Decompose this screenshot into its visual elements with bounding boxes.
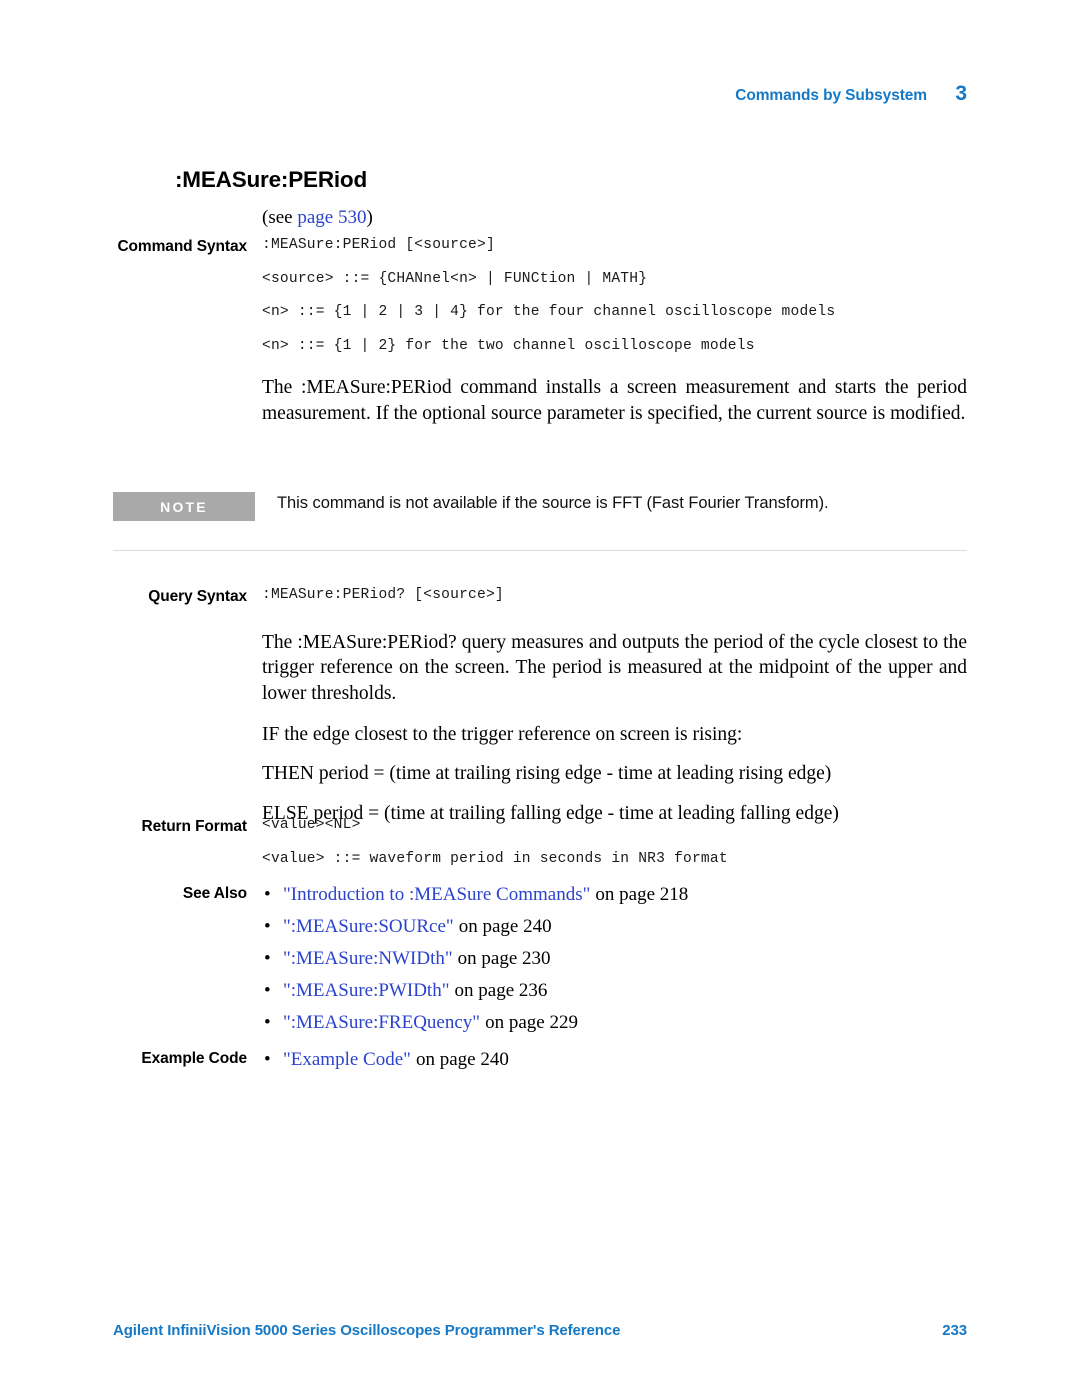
query-condition-if: IF the edge closest to the trigger refer… <box>262 724 743 746</box>
see-also-link-1[interactable]: ":MEASure:SOURce" <box>283 916 454 937</box>
return-format-line-2: <value> ::= waveform period in seconds i… <box>262 850 728 867</box>
see-also-link-0[interactable]: "Introduction to :MEASure Commands" <box>283 884 590 905</box>
see-also-list: • "Introduction to :MEASure Commands" on… <box>262 885 967 1032</box>
chapter-number: 3 <box>955 82 967 105</box>
query-syntax-label: Query Syntax <box>148 588 247 605</box>
command-description-text: The :MEASure:PERiod command installs a s… <box>262 377 967 424</box>
example-code-link-0[interactable]: "Example Code" <box>283 1049 411 1070</box>
command-syntax-line-4: <n> ::= {1 | 2} for the two channel osci… <box>262 337 755 354</box>
command-description-content: The :MEASure:PERiod command installs a s… <box>262 375 967 426</box>
example-code-section: Example Code • "Example Code" on page 24… <box>113 1050 967 1069</box>
list-item: • "Example Code" on page 240 <box>262 1050 967 1069</box>
section-divider <box>113 550 967 551</box>
see-reference: (see page 530) <box>262 208 967 238</box>
see-also-tail-2: on page 230 <box>457 948 551 969</box>
document-page: Commands by Subsystem 3 :MEASure:PERiod … <box>0 0 1080 1397</box>
see-also-link-4[interactable]: ":MEASure:FREQuency" <box>283 1012 480 1033</box>
note-badge: NOTE <box>113 492 255 521</box>
list-item: • ":MEASure:NWIDth" on page 230 <box>262 949 967 968</box>
example-code-list: • "Example Code" on page 240 <box>262 1050 967 1069</box>
page-530-link[interactable]: page 530 <box>297 207 366 228</box>
note-text: This command is not available if the sou… <box>277 494 829 512</box>
command-syntax-content: :MEASure:PERiod [<source>] <source> ::= … <box>262 238 967 353</box>
bullet-icon: • <box>264 948 271 969</box>
running-header-title: Commands by Subsystem <box>735 87 927 104</box>
command-syntax-row: Command Syntax :MEASure:PERiod [<source>… <box>113 238 967 353</box>
query-description-content: The :MEASure:PERiod? query measures and … <box>262 630 967 826</box>
see-also-tail-1: on page 240 <box>458 916 552 937</box>
see-reference-prefix: (see <box>262 207 298 228</box>
return-format-section: Return Format <value><NL> <value> ::= wa… <box>113 818 967 866</box>
return-format-label: Return Format <box>141 818 248 835</box>
example-code-tail-0: on page 240 <box>415 1049 509 1070</box>
see-also-tail-4: on page 229 <box>485 1012 578 1033</box>
return-format-row: Return Format <value><NL> <value> ::= wa… <box>113 818 967 866</box>
footer-title: Agilent InfiniiVision 5000 Series Oscill… <box>113 1322 621 1339</box>
query-condition-then: THEN period = (time at trailing rising e… <box>262 763 832 785</box>
see-also-tail-0: on page 218 <box>595 884 689 905</box>
query-syntax-row: Query Syntax :MEASure:PERiod? [<source>] <box>113 588 967 606</box>
list-item: • ":MEASure:FREQuency" on page 229 <box>262 1013 967 1032</box>
see-also-tail-3: on page 236 <box>454 980 548 1001</box>
command-syntax-line-3: <n> ::= {1 | 2 | 3 | 4} for the four cha… <box>262 304 836 321</box>
return-format-line-1: <value><NL> <box>262 817 361 833</box>
bullet-icon: • <box>264 1012 271 1033</box>
example-code-label: Example Code <box>141 1050 247 1067</box>
bullet-icon: • <box>264 1049 271 1070</box>
list-item: • "Introduction to :MEASure Commands" on… <box>262 885 967 904</box>
page-title: :MEASure:PERiod <box>175 167 368 192</box>
command-syntax-line-1: :MEASure:PERiod [<source>] <box>262 237 495 253</box>
see-also-label: See Also <box>182 885 247 902</box>
running-header: Commands by Subsystem 3 <box>113 82 967 106</box>
example-code-content: • "Example Code" on page 240 <box>262 1050 967 1069</box>
note-block: NOTE This command is not available if th… <box>113 492 967 521</box>
command-syntax-label: Command Syntax <box>117 238 247 255</box>
see-reference-row: (see page 530) <box>113 208 967 238</box>
command-syntax-line-2: <source> ::= {CHANnel<n> | FUNCtion | MA… <box>262 270 648 287</box>
see-reference-suffix: ) <box>366 207 373 228</box>
bullet-icon: • <box>264 916 271 937</box>
bullet-icon: • <box>264 884 271 905</box>
see-also-section: See Also • "Introduction to :MEASure Com… <box>113 885 967 1032</box>
query-description-text: The :MEASure:PERiod? query measures and … <box>262 632 967 704</box>
example-code-row: Example Code • "Example Code" on page 24… <box>113 1050 967 1069</box>
query-section: Query Syntax :MEASure:PERiod? [<source>]… <box>113 588 967 826</box>
query-syntax-content: :MEASure:PERiod? [<source>] <box>262 588 967 603</box>
query-description-row: The :MEASure:PERiod? query measures and … <box>113 630 967 826</box>
see-also-link-2[interactable]: ":MEASure:NWIDth" <box>283 948 453 969</box>
return-format-content: <value><NL> <value> ::= waveform period … <box>262 818 967 866</box>
bullet-icon: • <box>264 980 271 1001</box>
list-item: • ":MEASure:SOURce" on page 240 <box>262 917 967 936</box>
see-also-link-3[interactable]: ":MEASure:PWIDth" <box>283 980 449 1001</box>
see-also-content: • "Introduction to :MEASure Commands" on… <box>262 885 967 1032</box>
list-item: • ":MEASure:PWIDth" on page 236 <box>262 981 967 1000</box>
document-body: (see page 530) Command Syntax :MEASure:P… <box>113 208 967 426</box>
footer-page-number: 233 <box>942 1322 967 1339</box>
query-syntax-line: :MEASure:PERiod? [<source>] <box>262 587 504 603</box>
command-description-row: The :MEASure:PERiod command installs a s… <box>113 375 967 426</box>
see-also-row: See Also • "Introduction to :MEASure Com… <box>113 885 967 1032</box>
page-footer: Agilent InfiniiVision 5000 Series Oscill… <box>113 1322 967 1339</box>
